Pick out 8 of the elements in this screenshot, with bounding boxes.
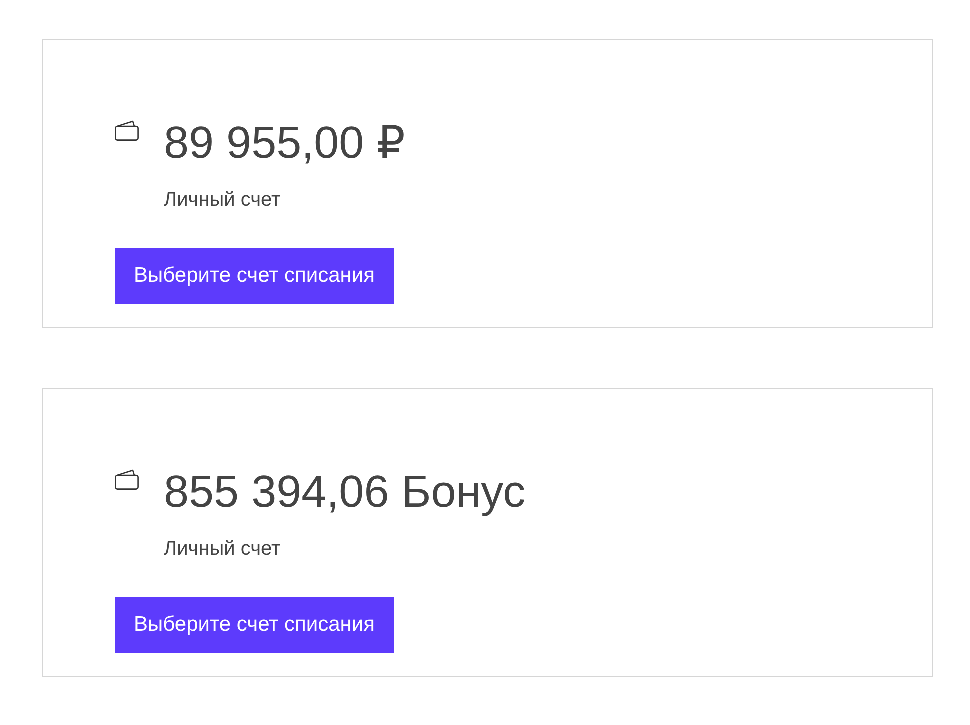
balance-amount: 855 394,06 Бонус xyxy=(164,469,526,515)
account-label: Личный счет xyxy=(164,188,282,212)
select-account-button[interactable]: Выберите счет списания xyxy=(115,248,394,304)
wallet-icon xyxy=(115,469,139,490)
select-account-button[interactable]: Выберите счет списания xyxy=(115,597,394,653)
account-label: Личный счет xyxy=(164,537,282,561)
balance-amount: 89 955,00 ₽ xyxy=(164,120,406,166)
wallet-icon xyxy=(115,120,139,141)
